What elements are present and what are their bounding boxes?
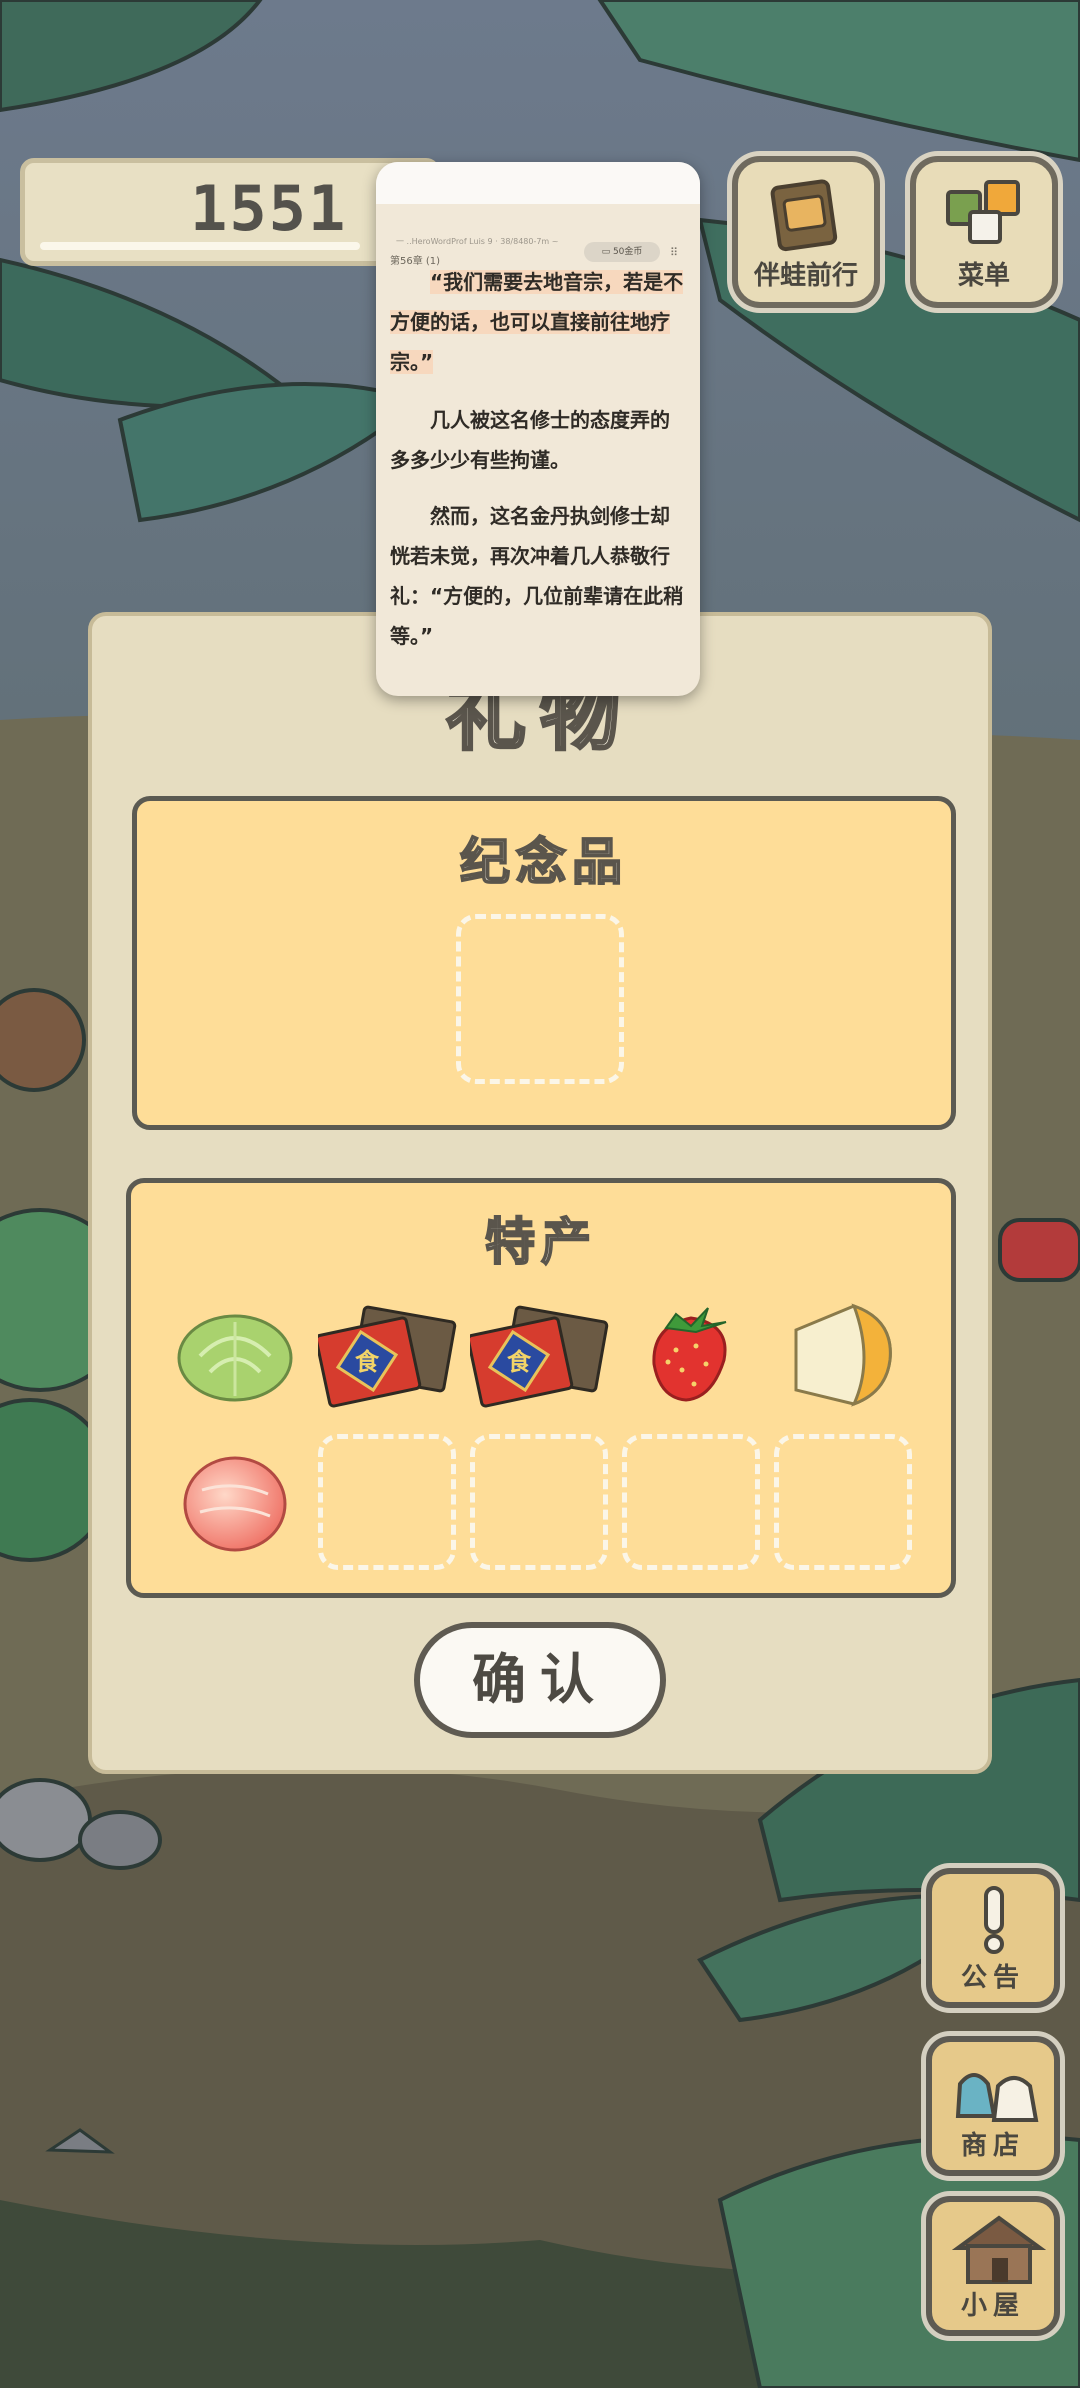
specialty-slot[interactable] [470, 1434, 608, 1570]
reader-faded-line: 一 ..HeroWordProf Luis 9 · 38/8480-7m ~ [396, 237, 559, 246]
peach-icon [183, 1456, 287, 1552]
notice-button[interactable]: 公告 [926, 1868, 1060, 2008]
album-icon [770, 179, 838, 252]
gift-box-icon: 食 [466, 1305, 609, 1408]
confirm-button[interactable]: 确认 [414, 1622, 666, 1738]
house-button[interactable]: 小屋 [926, 2196, 1060, 2336]
svg-text:食: 食 [355, 1348, 380, 1376]
travel-album-button[interactable]: 伴蛙前行 [732, 156, 880, 308]
reader-coin-pill[interactable]: ▭ 50金币 [584, 242, 660, 262]
shop-bags-icon [955, 2073, 1039, 2122]
notice-label: 公告 [960, 1963, 1025, 1993]
travel-album-label: 伴蛙前行 [753, 261, 858, 291]
grid-icon[interactable]: ⠿ [670, 246, 678, 259]
specialty-item[interactable] [790, 1300, 900, 1410]
reader-paragraph: “我们需要去地音宗，若是不方便的话，也可以直接前往地疗宗。” [390, 262, 686, 382]
highlighted-text: “我们需要去地音宗，若是不方便的话，也可以直接前往地疗宗。” [390, 270, 684, 374]
specialty-item[interactable] [170, 1300, 300, 1410]
menu-button[interactable]: 菜单 [910, 156, 1058, 308]
clover-count: 1551 [190, 172, 348, 245]
clover-bar [40, 242, 360, 250]
gift-box-icon: 食 [314, 1305, 457, 1408]
cheese-icon [794, 1303, 892, 1407]
svg-text:食: 食 [507, 1348, 532, 1376]
specialty-slot[interactable] [622, 1434, 760, 1570]
souvenir-slot[interactable] [456, 914, 624, 1084]
house-label: 小屋 [960, 2291, 1025, 2321]
souvenir-section-title: 纪念品 [459, 832, 628, 892]
specialty-slot[interactable] [774, 1434, 912, 1570]
specialty-item[interactable]: 食 [466, 1296, 610, 1414]
shop-label: 商店 [960, 2131, 1025, 2161]
menu-label: 菜单 [957, 261, 1010, 291]
specialty-item[interactable]: 食 [314, 1296, 458, 1414]
reader-top-bar [376, 162, 700, 204]
specialty-section-title: 特产 [484, 1212, 597, 1272]
specialty-item[interactable] [180, 1450, 290, 1554]
menu-icon [946, 180, 1020, 244]
reader-overlay[interactable]: 一 ..HeroWordProf Luis 9 · 38/8480-7m ~ 第… [376, 162, 700, 696]
cabbage-icon [177, 1314, 293, 1402]
reader-paragraph: 几人被这名修士的态度弄的多多少少有些拘谨。 [390, 408, 670, 472]
reader-paragraph: 然而，这名金丹执剑修士却恍若未觉，再次冲着几人恭敬行礼：“方便的，几位前辈请在此… [390, 504, 684, 648]
shop-button[interactable]: 商店 [926, 2036, 1060, 2176]
specialty-slot[interactable] [318, 1434, 456, 1570]
house-icon [952, 2215, 1046, 2284]
exclamation-icon [984, 1886, 1004, 1954]
strawberry-icon [652, 1307, 727, 1402]
specialty-item[interactable] [646, 1300, 736, 1410]
